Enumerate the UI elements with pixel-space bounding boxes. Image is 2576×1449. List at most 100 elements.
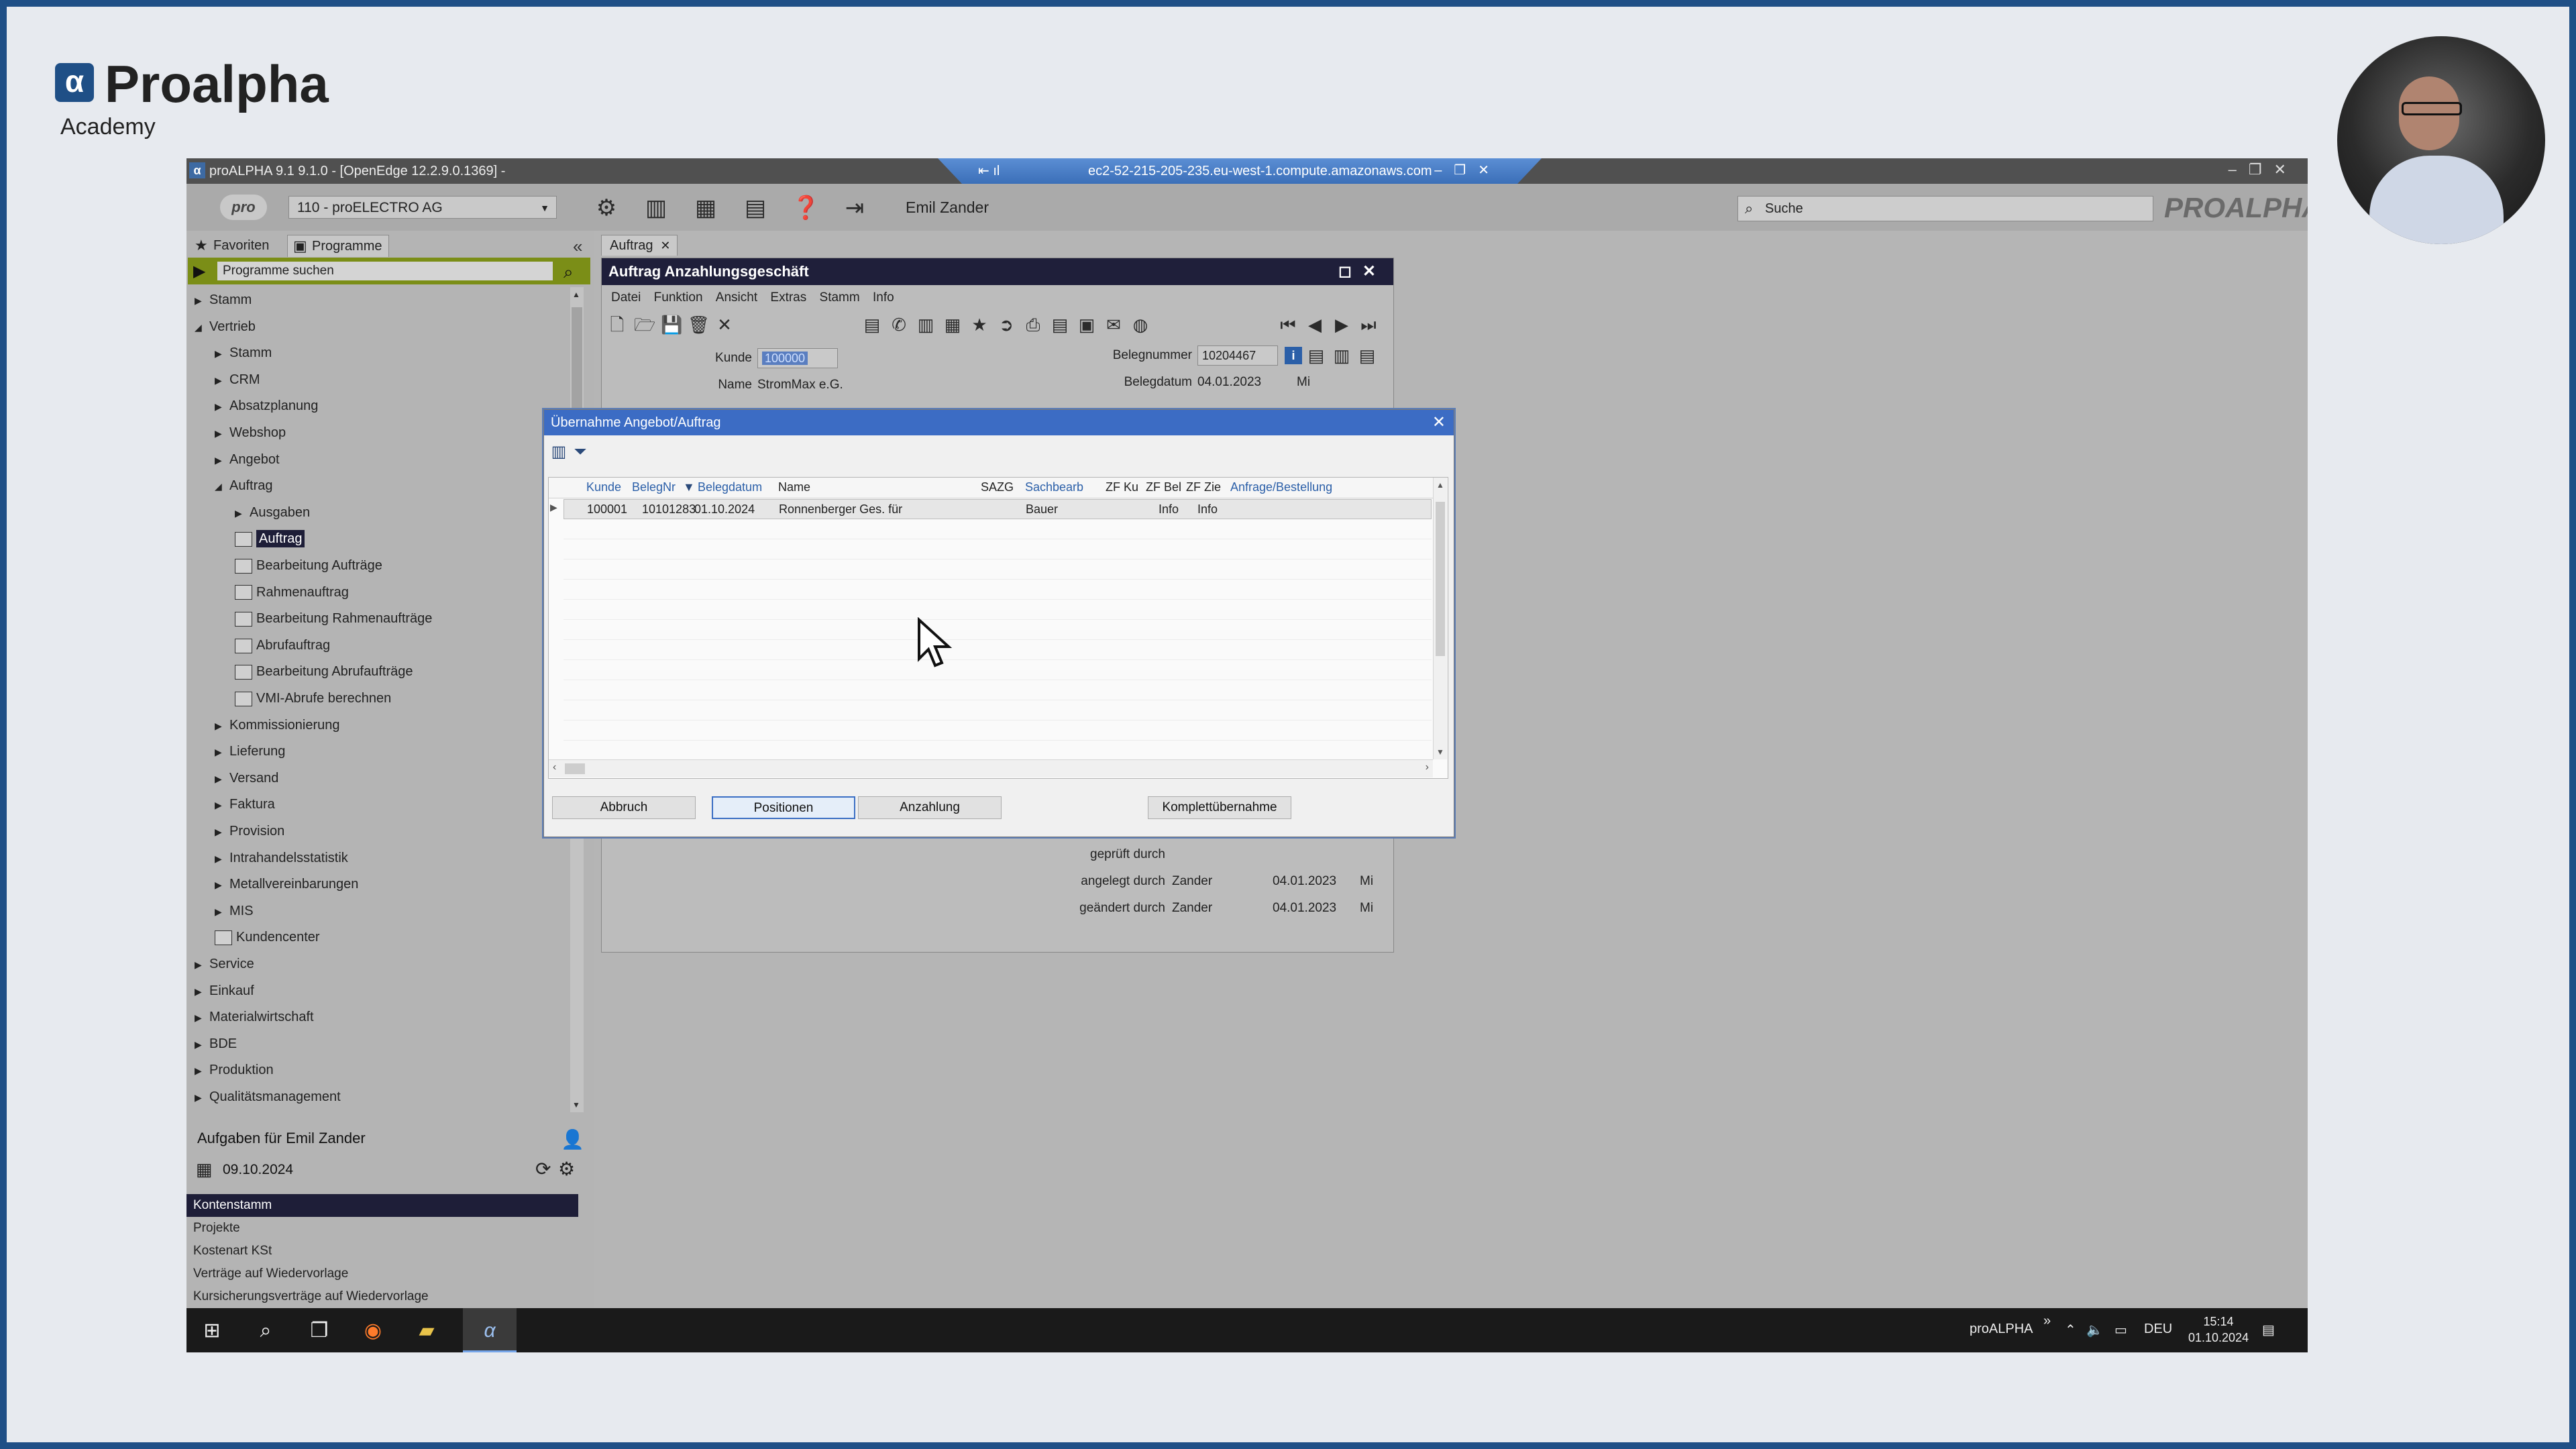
windows-start-icon[interactable]: ⊞ — [197, 1316, 227, 1346]
menu-stamm[interactable]: Stamm — [820, 290, 860, 305]
tree-item[interactable]: ▶ Stamm — [215, 340, 272, 366]
close-icon[interactable]: ✕ — [660, 235, 670, 256]
document-icon[interactable]: ▥ — [916, 315, 936, 335]
expanded-arrow-icon[interactable]: ◢ — [195, 315, 209, 340]
task-list-item[interactable]: Projekte — [186, 1217, 578, 1240]
gear-icon[interactable]: ⚙ — [558, 1158, 575, 1180]
tree-item[interactable]: ▶ Service — [195, 951, 254, 977]
firefox-icon[interactable]: ◉ — [358, 1316, 388, 1346]
collapsed-arrow-icon[interactable]: ▶ — [235, 500, 250, 526]
collapsed-arrow-icon[interactable]: ▶ — [215, 447, 229, 473]
tree-item[interactable]: VMI-Abrufe berechnen — [235, 686, 391, 711]
play-icon[interactable]: ▶ — [193, 262, 205, 281]
tree-item[interactable]: Bearbeitung Aufträge — [235, 553, 382, 578]
task-list-item[interactable]: Verträge auf Wiedervorlage — [186, 1263, 578, 1285]
tree-item[interactable]: ▶ Versand — [215, 765, 278, 791]
delete-icon[interactable]: 🗑 — [688, 315, 710, 335]
menu-ansicht[interactable]: Ansicht — [716, 290, 757, 305]
print-icon[interactable]: ⎙ — [1023, 315, 1043, 335]
calendar-icon[interactable]: ▦ — [943, 315, 963, 335]
tree-item[interactable]: ▶ Lieferung — [215, 739, 285, 764]
layout-icon[interactable]: ▦ — [692, 195, 719, 221]
menu-datei[interactable]: Datei — [611, 290, 641, 305]
filter-icon[interactable]: ⏷ — [570, 443, 591, 462]
tree-item[interactable]: ▶ Produktion — [195, 1057, 274, 1083]
col-kunde[interactable]: Kunde — [586, 480, 621, 494]
col-zf-ku[interactable]: ZF Ku — [1106, 480, 1138, 494]
tree-item[interactable]: ▶ MIS — [215, 898, 254, 924]
tree-item[interactable]: ▶ Metallvereinbarungen — [215, 871, 358, 897]
collapsed-arrow-icon[interactable]: ▶ — [215, 394, 229, 419]
tree-item[interactable]: ▶ Intrahandelsstatistik — [215, 845, 348, 871]
document-edit-icon[interactable]: ▥ — [1332, 345, 1352, 366]
search-icon[interactable]: ⌕ — [564, 262, 574, 283]
tree-item[interactable]: ▶ Ausgaben — [235, 500, 310, 525]
tray-language[interactable]: DEU — [2144, 1322, 2172, 1337]
last-record-icon[interactable]: ⏭ — [1358, 315, 1379, 335]
help-icon[interactable]: ❓ — [792, 195, 820, 221]
tray-clock[interactable]: 15:14 01.10.2024 — [2188, 1313, 2249, 1346]
search-icon[interactable]: ⌕ — [251, 1316, 280, 1346]
window-controls[interactable]: ‒❐✕ — [2229, 161, 2298, 178]
collapsed-arrow-icon[interactable]: ▶ — [215, 766, 229, 792]
positions-button[interactable]: Positionen — [712, 796, 855, 819]
collapsed-arrow-icon[interactable]: ▶ — [215, 792, 229, 818]
cancel-button[interactable]: Abbruch — [552, 796, 696, 819]
column-settings-icon[interactable]: ▥ — [548, 442, 570, 462]
volume-icon[interactable]: 🔈 — [2086, 1322, 2103, 1338]
tree-item[interactable]: ▶ Angebot — [215, 447, 280, 472]
tree-item[interactable]: ▶ Kommissionierung — [215, 712, 340, 738]
collapsed-arrow-icon[interactable]: ▶ — [195, 952, 209, 977]
collapsed-arrow-icon[interactable]: ▶ — [215, 739, 229, 765]
deposit-button[interactable]: Anzahlung — [858, 796, 1002, 819]
person-icon[interactable]: 👤 — [561, 1128, 584, 1150]
mail-icon[interactable]: ✉ — [1104, 315, 1124, 335]
grid-vertical-scrollbar[interactable]: ▲ ▼ — [1433, 478, 1447, 759]
kunde-input[interactable]: 100000 — [757, 348, 838, 368]
phone-icon[interactable]: ✆ — [889, 315, 909, 335]
col-sazg[interactable]: SAZG — [981, 480, 1014, 494]
collapsed-arrow-icon[interactable]: ▶ — [215, 819, 229, 845]
col-zf-bel[interactable]: ZF Bel — [1146, 480, 1181, 494]
collapsed-arrow-icon[interactable]: ▶ — [195, 1032, 209, 1057]
tree-item[interactable]: Auftrag — [235, 526, 305, 551]
collapse-panel-icon[interactable]: « — [573, 236, 582, 257]
menu-info[interactable]: Info — [873, 290, 894, 305]
collapsed-arrow-icon[interactable]: ▶ — [215, 368, 229, 393]
remote-window-controls[interactable]: ‒❐✕ — [1434, 162, 1501, 178]
tree-item[interactable]: Kundencenter — [215, 924, 320, 950]
col-name[interactable]: Name — [778, 480, 810, 494]
tree-item[interactable]: ◢ Auftrag — [215, 473, 272, 498]
tree-item[interactable]: Bearbeitung Rahmenaufträge — [235, 606, 432, 631]
collapsed-arrow-icon[interactable]: ▶ — [195, 1005, 209, 1030]
logout-icon[interactable]: ⇥ — [841, 195, 868, 221]
favorite-star-icon[interactable]: ★ — [969, 315, 989, 335]
grid-horizontal-scrollbar[interactable]: ‹ › — [549, 759, 1433, 777]
task-list-item[interactable]: Kontenstamm — [186, 1194, 578, 1217]
tab-programme[interactable]: ▣ Programme — [287, 235, 390, 257]
refresh-icon[interactable]: ⟳ — [535, 1158, 551, 1180]
document-link-icon[interactable]: ▤ — [1306, 345, 1326, 366]
col-sachbearb[interactable]: Sachbearb — [1025, 480, 1083, 494]
next-record-icon[interactable]: ▶ — [1332, 315, 1352, 335]
col-anfrage-bestellung[interactable]: Anfrage/Bestellung — [1230, 480, 1332, 494]
archive-icon[interactable]: ▣ — [1077, 315, 1097, 335]
collapsed-arrow-icon[interactable]: ▶ — [195, 979, 209, 1004]
open-folder-icon[interactable]: 🗁 — [634, 315, 655, 335]
tree-item[interactable]: ▶ Qualitätsmanagement — [195, 1084, 341, 1110]
tab-favoriten[interactable]: ★ Favoriten — [189, 235, 276, 256]
menu-funktion[interactable]: Funktion — [654, 290, 703, 305]
menu-extras[interactable]: Extras — [770, 290, 806, 305]
company-select[interactable]: 110 - proELECTRO AG ▼ — [288, 196, 557, 219]
task-view-icon[interactable]: ❐ — [305, 1316, 334, 1346]
tree-item[interactable]: ▶ Provision — [215, 818, 284, 844]
tree-item[interactable]: ▶ Faktura — [215, 792, 275, 817]
belegnummer-input[interactable]: 10204467 — [1197, 345, 1278, 366]
complete-takeover-button[interactable]: Komplettübernahme — [1148, 796, 1291, 819]
calendar-icon[interactable]: ▦ — [196, 1159, 213, 1180]
cancel-icon[interactable]: ✕ — [714, 315, 735, 335]
network-icon[interactable]: ▭ — [2114, 1322, 2127, 1338]
tree-item[interactable]: ▶ Einkauf — [195, 978, 254, 1004]
table-row[interactable]: 100001 10101283 01.10.2024 Ronnenberger … — [564, 499, 1432, 519]
collapsed-arrow-icon[interactable]: ▶ — [215, 341, 229, 366]
